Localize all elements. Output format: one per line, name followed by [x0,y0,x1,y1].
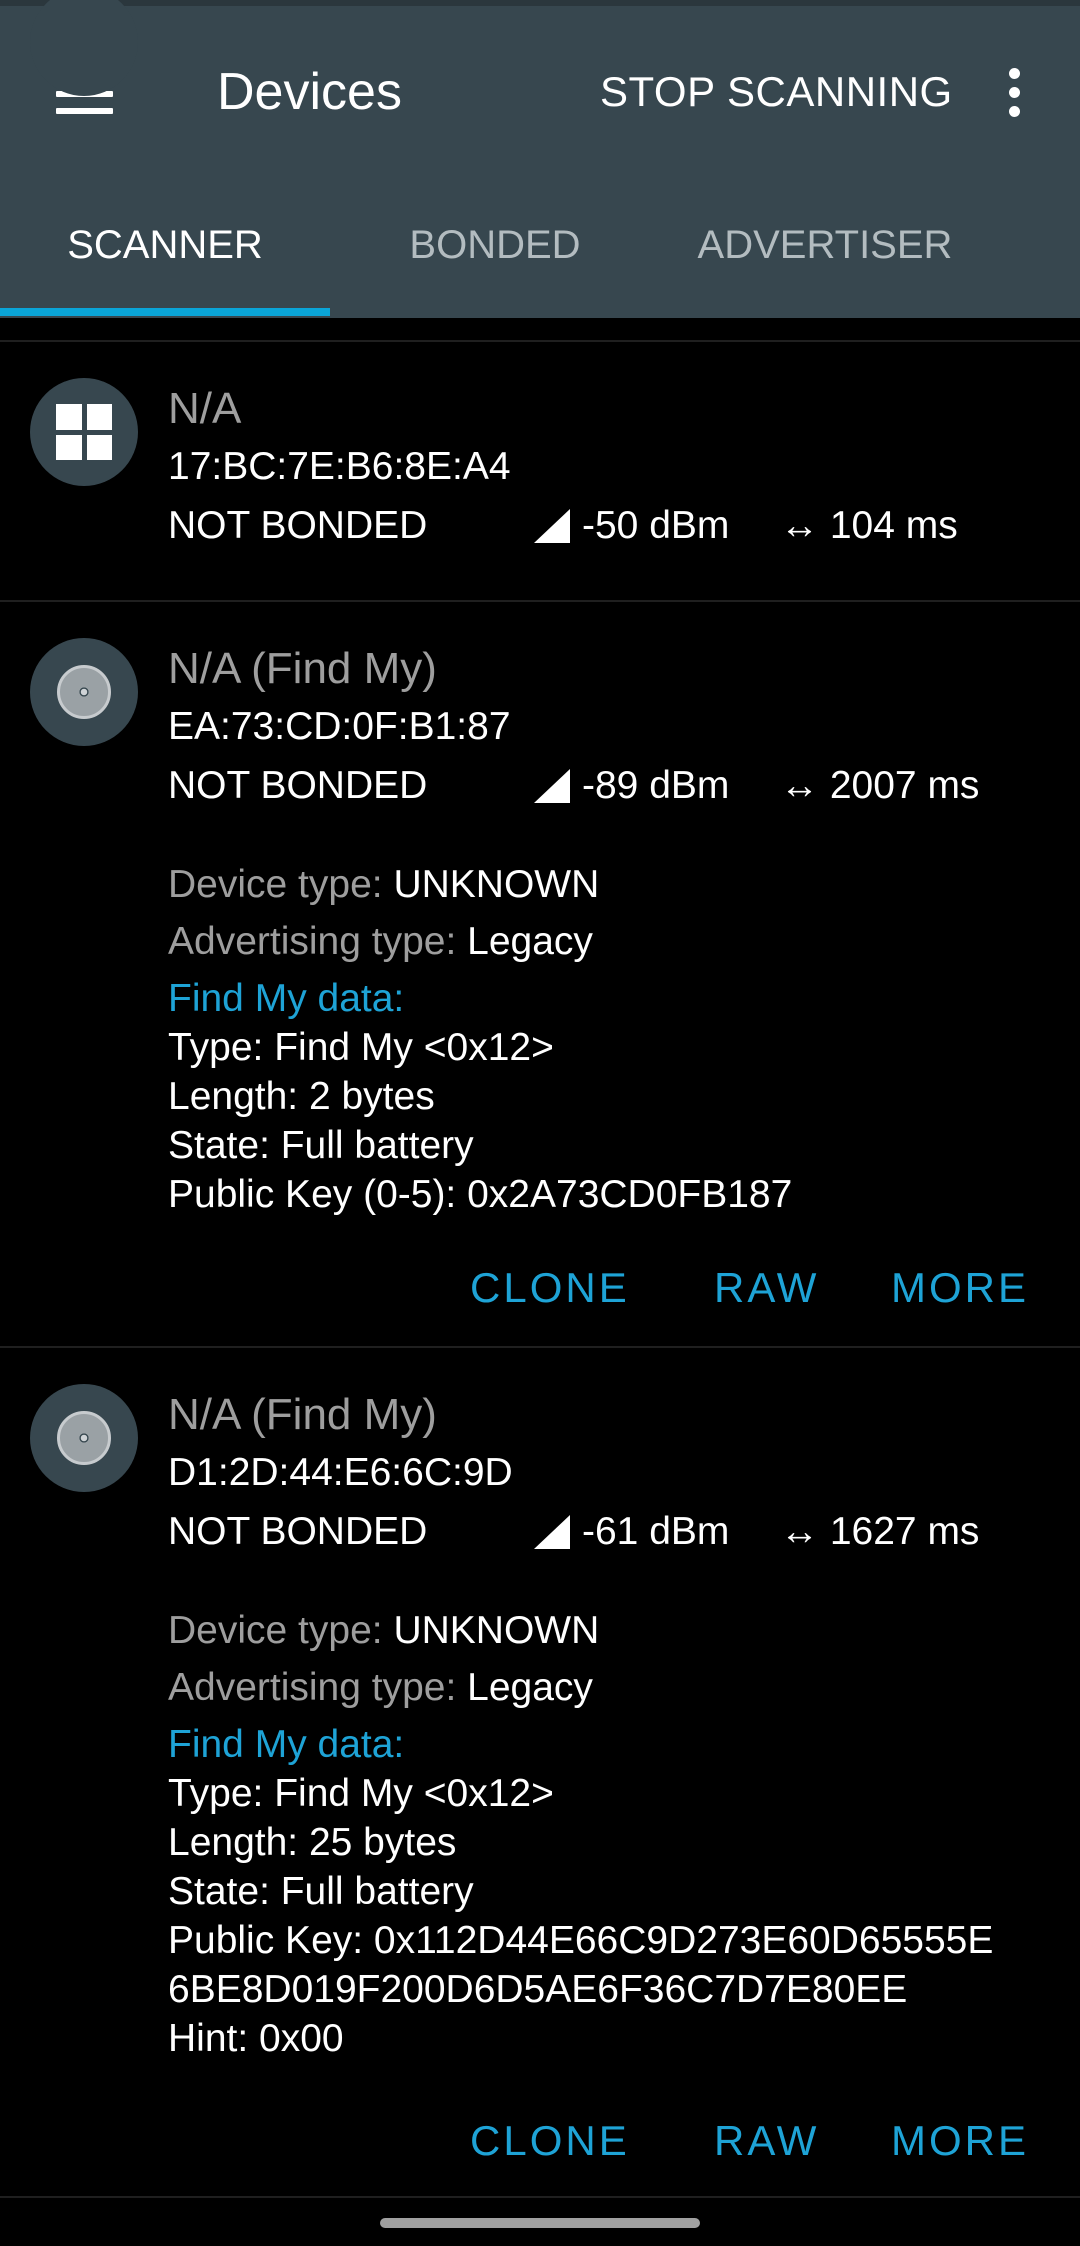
active-tab-indicator [0,308,330,316]
app-bar: Devices STOP SCANNING SCANNER BONDED ADV… [0,0,1080,318]
signal-strength-icon [534,769,570,803]
interval-readout: ↔ 104 ms [780,497,958,555]
rssi-readout: -89 dBm [534,757,729,815]
tab-scanner[interactable]: SCANNER [0,205,330,285]
rssi-value: -89 dBm [582,764,730,807]
bond-state: NOT BONDED [168,764,428,807]
interval-readout: ↔ 1627 ms [780,1503,979,1561]
data-line: Public Key: 0x112D44E66C9D273E60D65555E [168,1919,994,1962]
interval-arrows-icon: ↔ [780,504,830,547]
device-type-label: Device type: [168,863,394,906]
divider [0,600,1080,602]
gesture-navigation-bar[interactable] [380,2218,700,2228]
data-line: Length: 25 bytes [168,1821,457,1864]
device-address: EA:73:CD:0F:B1:87 [168,705,511,748]
device-details: Device type: UNKNOWN Advertising type: L… [168,860,792,1219]
data-line: Public Key (0-5): 0x2A73CD0FB187 [168,1173,793,1216]
data-line: Hint: 0x00 [168,2017,344,2060]
data-line: Type: Find My <0x12> [168,1772,554,1815]
divider [0,2196,1080,2198]
signal-strength-icon [534,1515,570,1549]
adv-type-label: Advertising type: [168,1666,468,1709]
more-button[interactable]: MORE [891,2101,1029,2181]
data-line: 6BE8D019F200D6D5AE6F36C7D7E80EE [168,1968,908,2011]
page-title: Devices [217,63,402,121]
find-my-data-header: Find My data: [168,977,405,1020]
rssi-readout: -50 dBm [534,497,729,555]
interval-arrows-icon: ↔ [780,764,830,807]
device-actions: CLONE RAW MORE [0,1248,1080,1328]
adv-type-value: Legacy [467,920,593,963]
data-line: State: Full battery [168,1870,474,1913]
interval-arrows-icon: ↔ [780,1510,830,1553]
device-name: N/A [168,384,242,433]
tab-bonded[interactable]: BONDED [330,205,660,285]
interval-readout: ↔ 2007 ms [780,757,979,815]
clone-button[interactable]: CLONE [470,1248,630,1328]
bond-state: NOT BONDED [168,504,428,547]
data-line: Type: Find My <0x12> [168,1026,554,1069]
raw-button[interactable]: RAW [714,1248,819,1328]
device-name: N/A (Find My) [168,1390,437,1439]
device-status-row: NOT BONDED -89 dBm ↔ 2007 ms [168,757,1048,815]
interval-value: 1627 ms [829,1510,980,1553]
device-status-row: NOT BONDED -50 dBm ↔ 104 ms [168,497,1048,555]
bond-state: NOT BONDED [168,1510,428,1553]
adv-type-label: Advertising type: [168,920,468,963]
device-type-value: UNKNOWN [393,1609,600,1652]
clone-button[interactable]: CLONE [470,2101,630,2181]
adv-type-value: Legacy [467,1666,593,1709]
device-name: N/A (Find My) [168,644,437,693]
tab-advertiser[interactable]: ADVERTISER [660,205,990,285]
device-type-label: Device type: [168,1609,394,1652]
device-status-row: NOT BONDED -61 dBm ↔ 1627 ms [168,1503,1048,1561]
device-type-value: UNKNOWN [393,863,600,906]
more-options-icon[interactable] [994,56,1034,128]
rssi-value: -61 dBm [582,1510,730,1553]
more-button[interactable]: MORE [891,1248,1029,1328]
stop-scanning-button[interactable]: STOP SCANNING [600,56,953,128]
divider [0,1346,1080,1348]
data-line: State: Full battery [168,1124,474,1167]
find-my-data-header: Find My data: [168,1723,405,1766]
device-address: D1:2D:44:E6:6C:9D [168,1451,513,1494]
device-item[interactable] [0,0,1080,600]
device-actions: CLONE RAW MORE [0,2101,1080,2181]
disc-icon [30,638,138,746]
device-address: 17:BC:7E:B6:8E:A4 [168,445,511,488]
data-line: Length: 2 bytes [168,1075,435,1118]
rssi-readout: -61 dBm [534,1503,729,1561]
interval-value: 104 ms [829,504,958,547]
disc-icon [30,1384,138,1492]
interval-value: 2007 ms [829,764,980,807]
signal-strength-icon [534,509,570,543]
windows-icon [30,378,138,486]
device-details: Device type: UNKNOWN Advertising type: L… [168,1606,993,2063]
raw-button[interactable]: RAW [714,2101,819,2181]
rssi-value: -50 dBm [582,504,730,547]
status-bar-edge [0,0,1080,6]
